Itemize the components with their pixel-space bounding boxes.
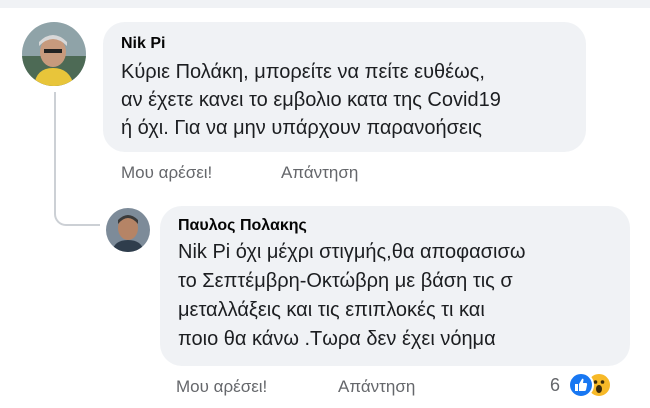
comment-text-line: το Σεπτέμβρη-Οκτώβρη με βάση τις σ xyxy=(178,270,513,292)
top-divider xyxy=(0,0,650,8)
comment-text-line: ποιο θα κάνω .Τωρα δεν έχει νόημα xyxy=(178,328,496,350)
comment-text-line: Nik Pi όχι μέχρι στιγμής,θα αποφασισω xyxy=(178,241,526,263)
avatar-pavlos-polakis[interactable] xyxy=(106,208,150,252)
reply-button[interactable]: Απάντηση xyxy=(281,163,358,183)
reply-thread-line xyxy=(54,92,100,226)
like-button[interactable]: Μου αρέσει! xyxy=(176,377,267,397)
reply-button[interactable]: Απάντηση xyxy=(338,377,415,397)
like-button[interactable]: Μου αρέσει! xyxy=(121,163,212,183)
comment-text-line: αν έχετε κανει το εμβολιο κατα της Covid… xyxy=(121,89,501,111)
comment-text-line: μεταλλάξεις και τις επιπλοκές τι και xyxy=(178,299,485,321)
like-icon xyxy=(568,372,594,398)
avatar-nik-pi[interactable] xyxy=(22,22,86,86)
reaction-count: 6 xyxy=(550,375,561,395)
comment-text-line: ή όχι. Για να μην υπάρχουν παρανοήσεις xyxy=(121,117,482,139)
comment-text-line: Κύριε Πολάκη, μπορείτε να πείτε ευθέως, xyxy=(121,61,485,83)
avatar-photo-icon xyxy=(106,208,150,252)
comment-author[interactable]: Nik Pi xyxy=(121,35,165,53)
avatar-photo-icon xyxy=(22,22,86,86)
comment-author[interactable]: Παυλος Πολακης xyxy=(178,217,307,235)
